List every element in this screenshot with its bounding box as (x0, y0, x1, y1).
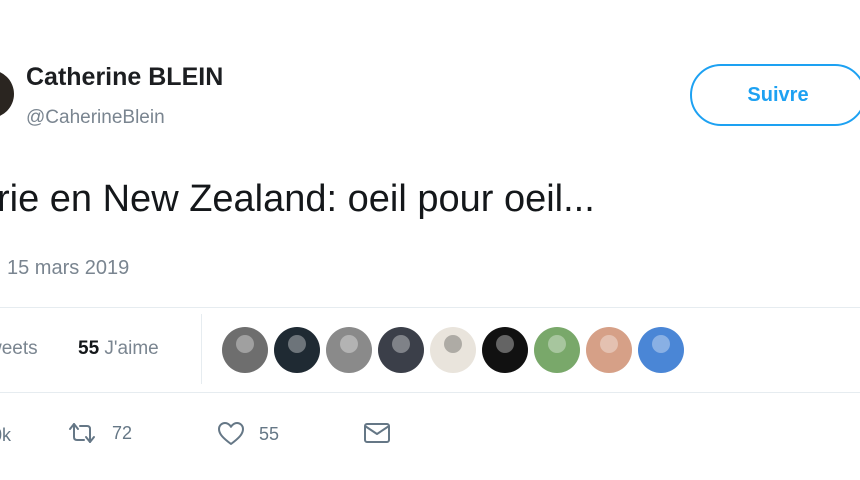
heart-icon (217, 421, 245, 447)
author-avatar[interactable] (0, 70, 14, 118)
reply-action[interactable]: 0k (0, 425, 11, 446)
likes-count: 55 (78, 338, 100, 359)
liker-avatar[interactable] (274, 327, 320, 373)
retweet-icon (66, 421, 98, 445)
envelope-icon (362, 421, 392, 445)
like-action[interactable]: 55 (217, 421, 279, 447)
author-handle[interactable]: @CaherineBlein (26, 107, 165, 129)
like-count: 55 (259, 423, 280, 444)
likes-stat[interactable]: 55 J'aime (78, 338, 159, 360)
retweet-count: 72 (112, 422, 133, 443)
follow-button[interactable]: Suivre (690, 64, 860, 126)
liker-avatar[interactable] (222, 327, 268, 373)
divider-bottom (0, 392, 860, 393)
retweets-stat[interactable]: weets (0, 338, 38, 360)
reply-count: 0k (0, 425, 12, 445)
tweet-date[interactable]: 15 mars 2019 (7, 257, 129, 280)
dm-action[interactable] (362, 421, 392, 445)
divider-top (0, 307, 860, 308)
likes-label: J'aime (104, 338, 159, 359)
liker-avatar[interactable] (638, 327, 684, 373)
action-bar: 0k 72 55 (0, 421, 860, 457)
author-name[interactable]: Catherine BLEIN (26, 63, 223, 92)
liker-avatar[interactable] (534, 327, 580, 373)
retweets-label: weets (0, 338, 38, 359)
tweet-text: rie en New Zealand: oeil pour oeil... (0, 178, 595, 220)
likers-avatars (222, 327, 684, 373)
liker-avatar[interactable] (326, 327, 372, 373)
liker-avatar[interactable] (586, 327, 632, 373)
stats-divider (201, 314, 202, 384)
liker-avatar[interactable] (482, 327, 528, 373)
liker-avatar[interactable] (430, 327, 476, 373)
liker-avatar[interactable] (378, 327, 424, 373)
retweet-action[interactable]: 72 (66, 421, 132, 445)
